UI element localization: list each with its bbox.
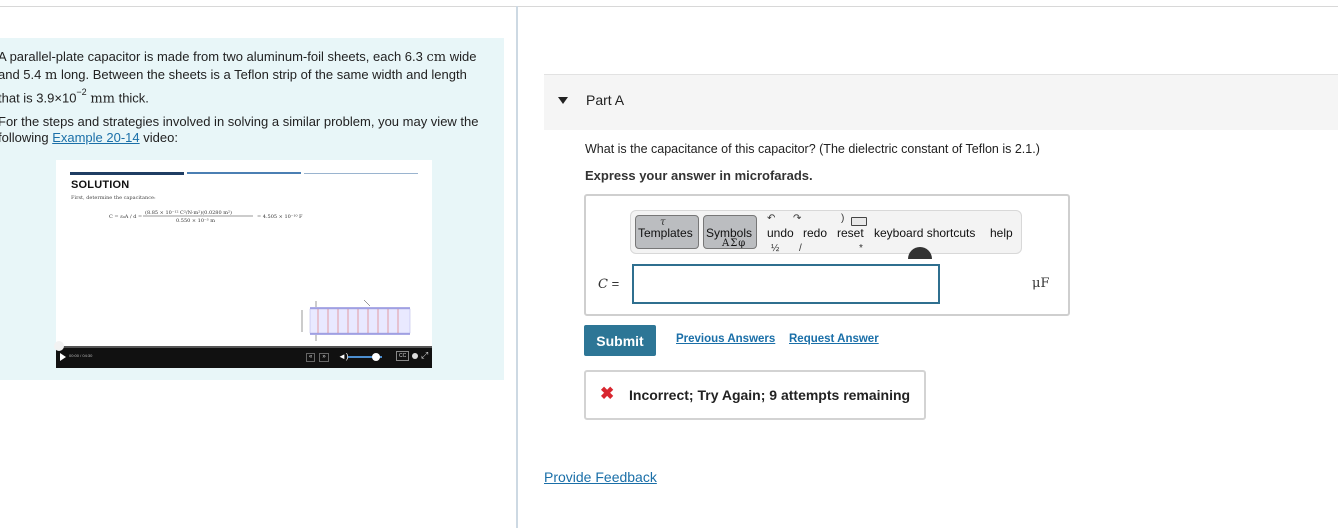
keyboard-shortcuts-button[interactable]: keyboard shortcuts <box>874 226 975 240</box>
problem-line-2: and 5.4 m long. Between the sheets is a … <box>0 67 467 83</box>
strategy-note: For the steps and strategies involved in… <box>0 114 479 145</box>
submit-button[interactable]: Submit <box>584 325 656 356</box>
undo-icon: ↶ <box>767 213 776 224</box>
answer-unit: μF <box>1032 276 1050 291</box>
video-progress-bar[interactable] <box>54 341 432 351</box>
question-text: What is the capacitance of this capacito… <box>585 142 1040 156</box>
help-button[interactable]: help <box>990 226 1013 240</box>
asterisk-glyph: * <box>859 243 863 254</box>
video-time: 00:00 / 04:30 <box>69 353 93 358</box>
feedback-message: Incorrect; Try Again; 9 attempts remaini… <box>629 387 911 403</box>
slide-rule <box>187 172 301 174</box>
column-divider <box>516 6 518 528</box>
slide-rule <box>304 173 418 174</box>
rewind-icon[interactable]: « <box>306 352 316 362</box>
part-title: Part A <box>586 92 625 108</box>
fullscreen-icon[interactable]: ⤢ <box>421 350 428 361</box>
part-a-header[interactable]: Part A <box>544 74 1338 130</box>
capacitor-diagram <box>301 300 411 341</box>
top-rule <box>0 6 1338 7</box>
formula-numerator: (8.85 × 10⁻¹² C²/N·m²)(0.0280 m²) <box>145 209 232 216</box>
templates-button[interactable]: τ Templates <box>635 215 699 249</box>
undo-button[interactable]: undo <box>767 226 794 240</box>
speed-icon[interactable]: » <box>319 352 329 362</box>
reset-button[interactable]: reset <box>837 226 864 240</box>
video-solution-subtitle: First, determine the capacitance: <box>71 195 156 201</box>
math-toolbar: τ Templates Symbols ΑΣφ ↶ ↷ ) ½ / * undo… <box>630 210 1022 259</box>
keyboard-icon <box>851 217 867 226</box>
symbols-button[interactable]: Symbols ΑΣφ <box>703 215 757 249</box>
play-icon[interactable] <box>60 353 66 361</box>
previous-answers-link[interactable]: Previous Answers <box>676 333 775 345</box>
video-scrubber[interactable] <box>54 341 64 351</box>
video-controls: 00:00 / 04:30 « » ◄) CC ⤢ <box>54 341 432 368</box>
formula-result: = 4.505 × 10⁻¹⁰ F <box>257 214 303 220</box>
redo-button[interactable]: redo <box>803 226 827 240</box>
answer-instruction: Express your answer in microfarads. <box>585 168 813 183</box>
slash-glyph: / <box>799 243 802 254</box>
example-video-player[interactable]: SOLUTION First, determine the capacitanc… <box>54 160 432 368</box>
video-solution-title: SOLUTION <box>71 179 130 191</box>
problem-panel: A parallel-plate capacitor is made from … <box>0 38 504 380</box>
volume-knob[interactable] <box>372 353 380 361</box>
feedback-message-box: ✖ Incorrect; Try Again; 9 attempts remai… <box>584 370 926 420</box>
problem-line-1: A parallel-plate capacitor is made from … <box>0 49 477 65</box>
formula-lhs: C = ε₀A / d = <box>109 214 142 220</box>
volume-icon[interactable]: ◄) <box>338 352 349 361</box>
video-formula: C = ε₀A / d = (8.85 × 10⁻¹² C²/N·m²)(0.0… <box>109 209 303 224</box>
example-video-link[interactable]: Example 20-14 <box>52 130 139 145</box>
shortcut-arc-icon <box>908 247 932 259</box>
request-answer-link[interactable]: Request Answer <box>789 333 879 345</box>
answer-editor: τ Templates Symbols ΑΣφ ↶ ↷ ) ½ / * undo… <box>584 194 1070 316</box>
gear-icon[interactable] <box>412 353 418 359</box>
slide-rule <box>70 172 184 175</box>
answer-variable-label: C = <box>598 276 620 292</box>
problem-line-3: that is 3.9×10−2 mm thick. <box>0 87 149 107</box>
answer-input[interactable] <box>632 264 940 304</box>
collapse-caret-icon[interactable] <box>558 97 568 104</box>
reset-icon: ) <box>841 213 845 224</box>
fraction-glyph: ½ <box>771 243 780 254</box>
captions-button[interactable]: CC <box>396 351 410 361</box>
provide-feedback-link[interactable]: Provide Feedback <box>544 469 657 485</box>
redo-icon: ↷ <box>793 213 802 224</box>
problem-statement: A parallel-plate capacitor is made from … <box>0 48 498 107</box>
error-x-icon: ✖ <box>600 384 615 403</box>
formula-denominator: 0.550 × 10⁻³ m <box>176 218 215 224</box>
